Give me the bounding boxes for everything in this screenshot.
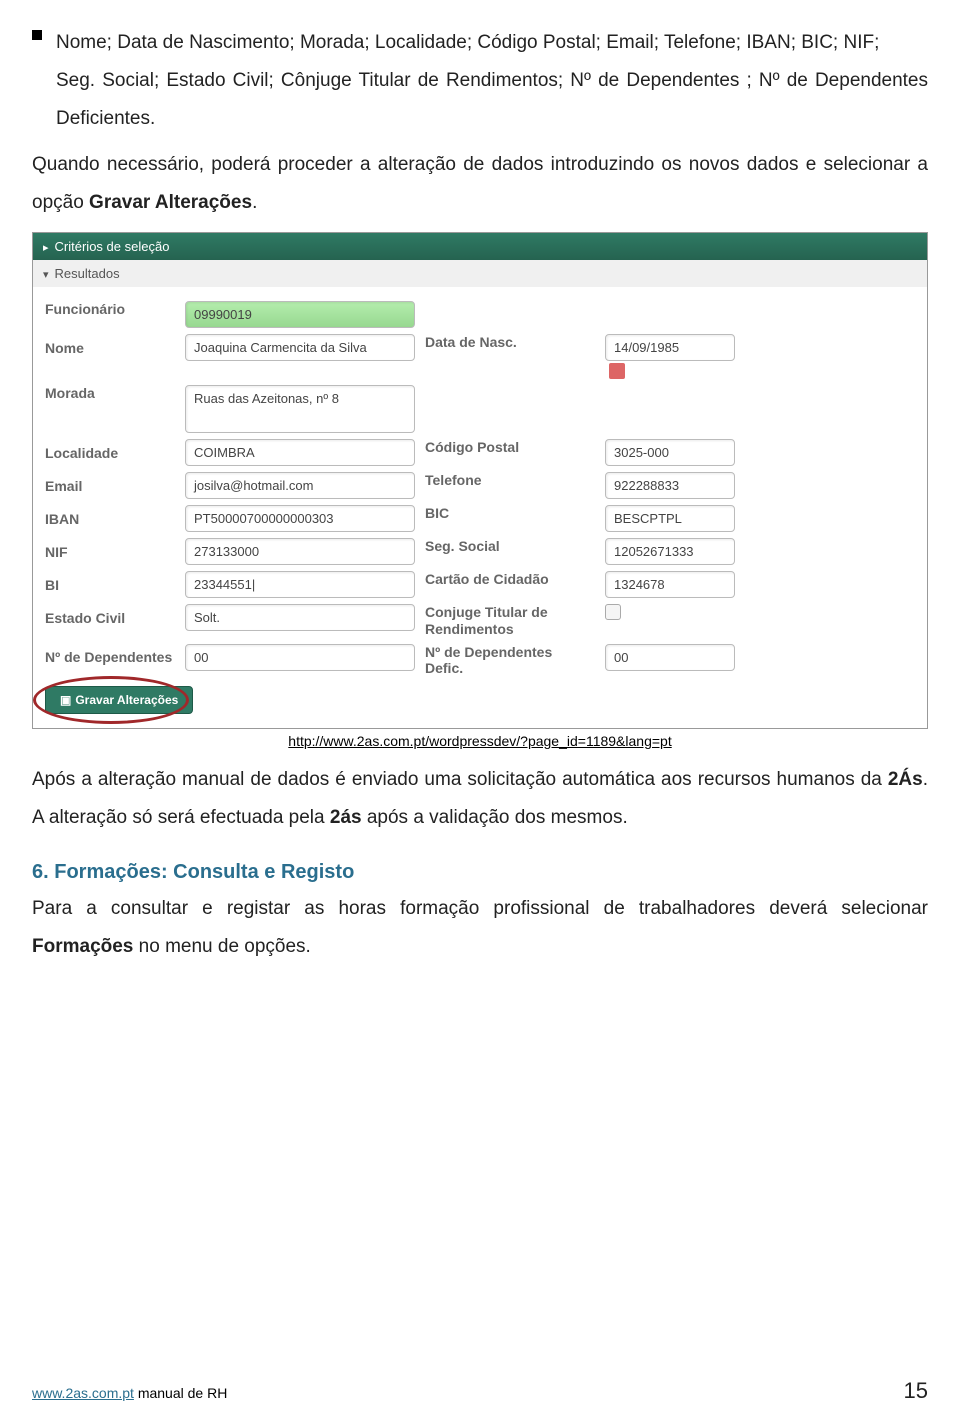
paragraph-3: Após a alteração manual de dados é envia… <box>32 761 928 837</box>
input-nome[interactable]: Joaquina Carmencita da Silva <box>185 334 415 361</box>
input-bi[interactable]: 23344551| <box>185 571 415 598</box>
input-funcionario[interactable]: 09990019 <box>185 301 415 328</box>
bullet-text-line2: Seg. Social; Estado Civil; Cônjuge Titul… <box>56 62 928 138</box>
input-email[interactable]: josilva@hotmail.com <box>185 472 415 499</box>
label-n-dep-def: Nº de Dependentes Defic. <box>425 644 585 676</box>
input-bic[interactable]: BESCPTPL <box>605 505 735 532</box>
input-seg-social[interactable]: 12052671333 <box>605 538 735 565</box>
chevron-right-icon: ▸ <box>43 242 49 254</box>
chevron-down-icon: ▾ <box>43 269 49 281</box>
footer-left: www.2as.com.pt manual de RH <box>32 1385 227 1401</box>
label-bi: BI <box>45 577 185 593</box>
input-telefone[interactable]: 922288833 <box>605 472 735 499</box>
input-iban[interactable]: PT50000700000000303 <box>185 505 415 532</box>
section-heading-6: 6. Formações: Consulta e Registo <box>32 861 928 884</box>
input-data-nasc[interactable]: 14/09/1985 <box>605 334 735 361</box>
label-nif: NIF <box>45 544 185 560</box>
bullet-text-line1: Nome; Data de Nascimento; Morada; Locali… <box>56 24 928 62</box>
panel-header-resultados[interactable]: ▾Resultados <box>33 260 927 287</box>
disk-icon: ▣ <box>60 693 71 707</box>
input-cod-postal[interactable]: 3025-000 <box>605 439 735 466</box>
page-number: 15 <box>904 1378 928 1404</box>
paragraph-2: Quando necessário, poderá proceder a alt… <box>32 146 928 222</box>
label-morada: Morada <box>45 385 185 401</box>
screenshot-caption: http://www.2as.com.pt/wordpressdev/?page… <box>32 733 928 749</box>
label-funcionario: Funcionário <box>45 301 185 317</box>
label-cod-postal: Código Postal <box>425 439 585 455</box>
label-email: Email <box>45 478 185 494</box>
input-cartao[interactable]: 1324678 <box>605 571 735 598</box>
input-nif[interactable]: 273133000 <box>185 538 415 565</box>
label-nome: Nome <box>45 340 185 356</box>
label-n-dep: Nº de Dependentes <box>45 649 185 666</box>
input-morada[interactable]: Ruas das Azeitonas, nº 8 <box>185 385 415 433</box>
footer-link[interactable]: www.2as.com.pt <box>32 1385 134 1401</box>
label-cartao: Cartão de Cidadão <box>425 571 585 587</box>
input-estado-civil[interactable]: Solt. <box>185 604 415 631</box>
label-seg-social: Seg. Social <box>425 538 585 554</box>
label-data-nasc: Data de Nasc. <box>425 334 585 350</box>
input-n-dep[interactable]: 00 <box>185 644 415 671</box>
calendar-icon[interactable] <box>609 363 625 379</box>
save-button[interactable]: ▣Gravar Alterações <box>45 686 193 714</box>
input-n-dep-def[interactable]: 00 <box>605 644 735 671</box>
checkbox-conjuge[interactable] <box>605 604 621 620</box>
form-screenshot: ▸Critérios de seleção ▾Resultados Funcio… <box>32 232 928 729</box>
panel-header-criterios[interactable]: ▸Critérios de seleção <box>33 233 927 260</box>
label-telefone: Telefone <box>425 472 585 488</box>
label-bic: BIC <box>425 505 585 521</box>
label-conjuge: Conjuge Titular de Rendimentos <box>425 604 585 638</box>
paragraph-4: Para a consultar e registar as horas for… <box>32 890 928 966</box>
label-estado-civil: Estado Civil <box>45 610 185 626</box>
label-iban: IBAN <box>45 511 185 527</box>
label-localidade: Localidade <box>45 445 185 461</box>
input-localidade[interactable]: COIMBRA <box>185 439 415 466</box>
bullet-icon <box>32 30 42 40</box>
